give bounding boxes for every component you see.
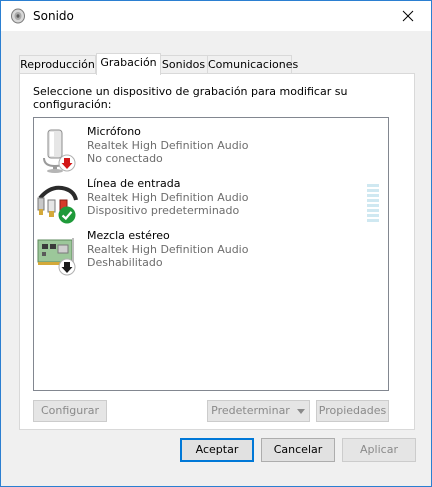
device-driver: Realtek High Definition Audio [87,139,249,152]
set-default-button[interactable]: Predeterminar [207,400,294,422]
tab-comunicaciones[interactable]: Comunicaciones [207,55,298,74]
close-button[interactable] [385,1,431,31]
device-status: No conectado [87,152,163,165]
tab-sonidos[interactable]: Sonidos [159,55,208,74]
sound-card-icon [36,230,84,278]
set-default-dropdown[interactable] [293,400,310,422]
chevron-down-icon [297,409,305,414]
list-item-linea-de-entrada[interactable]: Línea de entrada Realtek High Definition… [34,176,388,228]
apply-button[interactable]: Aplicar [342,438,416,462]
device-status: Dispositivo predeterminado [87,204,240,217]
device-driver: Realtek High Definition Audio [87,243,249,256]
device-driver: Realtek High Definition Audio [87,191,249,204]
cancel-button[interactable]: Cancelar [261,438,335,462]
set-default-split-button[interactable]: Predeterminar [207,400,310,422]
recording-panel: Seleccione un dispositivo de grabación p… [19,73,415,430]
red-down-arrow-icon [58,154,76,172]
speaker-icon [10,8,26,24]
green-check-icon [58,206,76,224]
ok-button[interactable]: Aceptar [180,438,254,462]
level-meter [367,184,379,224]
device-name: Línea de entrada [87,177,181,190]
title-bar[interactable]: Sonido [1,1,431,31]
instruction-text: Seleccione un dispositivo de grabación p… [33,85,348,111]
tab-reproduccion[interactable]: Reproducción [19,55,96,74]
configure-button[interactable]: Configurar [33,400,107,422]
device-list[interactable]: Micrófono Realtek High Definition Audio … [33,117,389,391]
microphone-icon [36,126,84,174]
line-in-cable-icon [36,178,84,226]
list-item-mezcla-estereo[interactable]: Mezcla estéreo Realtek High Definition A… [34,228,388,280]
list-item-microfono[interactable]: Micrófono Realtek High Definition Audio … [34,124,388,176]
close-icon [402,10,414,22]
black-down-arrow-icon [58,258,76,276]
properties-button[interactable]: Propiedades [316,400,389,422]
tab-grabacion[interactable]: Grabación [96,53,161,75]
sound-dialog: Sonido Reproducción Grabación Sonidos Co… [0,0,432,487]
window-title: Sonido [33,9,74,23]
device-status: Deshabilitado [87,256,163,269]
device-name: Mezcla estéreo [87,229,170,242]
device-name: Micrófono [87,125,141,138]
